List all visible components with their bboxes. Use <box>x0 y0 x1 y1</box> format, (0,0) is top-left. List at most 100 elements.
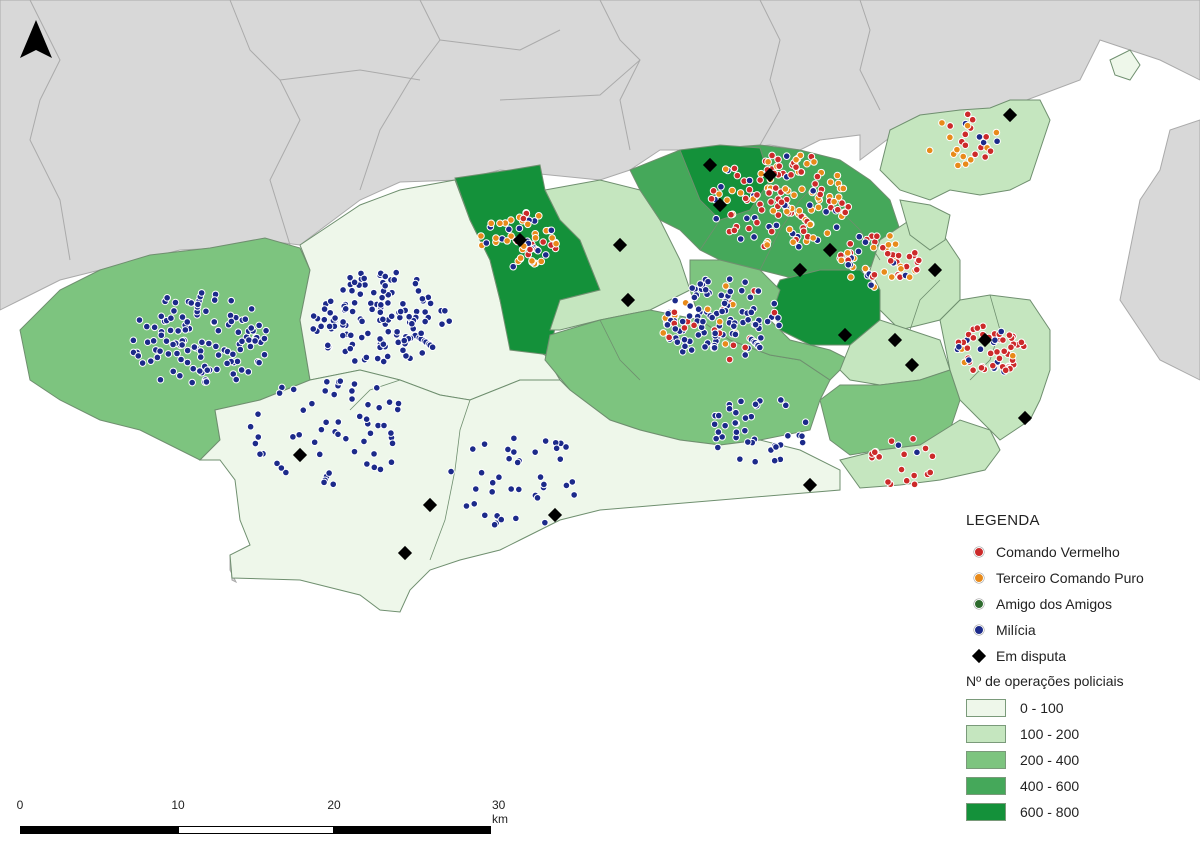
incident-point <box>894 251 903 260</box>
incident-point <box>747 308 756 317</box>
incident-point <box>366 429 375 438</box>
incident-point <box>887 437 896 445</box>
incident-point <box>417 329 425 338</box>
incident-point <box>910 471 918 480</box>
incident-point <box>387 312 396 321</box>
incident-point <box>378 293 386 302</box>
incident-point <box>255 321 263 330</box>
incident-point <box>725 404 734 413</box>
incident-point <box>969 334 978 342</box>
incident-point <box>428 343 437 352</box>
incident-point <box>767 198 775 206</box>
incident-point <box>685 312 694 320</box>
incident-point <box>171 298 180 307</box>
scale-label-10: 10 <box>171 798 185 812</box>
incident-point <box>227 317 236 326</box>
incident-point <box>383 352 392 361</box>
incident-point <box>832 223 841 231</box>
incident-point <box>963 121 972 130</box>
incident-point <box>897 265 905 273</box>
incident-point <box>704 277 712 286</box>
incident-point <box>399 346 407 355</box>
incident-point <box>710 420 719 429</box>
incident-point <box>339 286 347 294</box>
incident-point <box>757 334 765 342</box>
scale-segment-3 <box>334 826 491 834</box>
incident-point <box>722 282 730 290</box>
ramp-swatch <box>966 699 1006 717</box>
incident-point <box>156 375 165 384</box>
incident-point <box>783 207 791 216</box>
incident-point <box>568 478 577 486</box>
incident-point <box>745 185 754 194</box>
incident-point <box>750 233 758 241</box>
incident-point <box>384 299 392 307</box>
incident-point <box>309 325 318 333</box>
ramp-swatch <box>966 803 1006 821</box>
incident-point <box>488 478 497 487</box>
incident-point <box>813 172 822 181</box>
incident-point <box>477 468 486 477</box>
incident-point <box>914 256 923 265</box>
ramp-class-0: 0 - 100 <box>962 695 1192 721</box>
incident-point <box>552 444 561 453</box>
incident-point <box>325 469 333 477</box>
incident-point <box>547 226 556 235</box>
incident-point <box>712 214 720 223</box>
incident-point <box>488 488 496 496</box>
incident-point <box>723 196 731 204</box>
incident-point <box>664 309 672 318</box>
incident-point <box>946 122 954 130</box>
incident-point <box>736 455 744 463</box>
incident-point <box>254 433 263 441</box>
incident-point <box>925 146 934 155</box>
incident-point <box>370 463 379 472</box>
incident-point <box>703 305 712 314</box>
incident-point <box>725 355 734 364</box>
incident-point <box>317 322 325 331</box>
incident-point <box>348 286 356 295</box>
incident-point <box>381 281 389 290</box>
incident-point <box>355 412 364 421</box>
incident-point <box>194 300 202 309</box>
incident-point <box>350 380 359 388</box>
incident-point <box>798 432 806 440</box>
ramp-swatch <box>966 777 1006 795</box>
incident-point <box>753 191 761 199</box>
incident-point <box>510 448 518 456</box>
incident-point <box>227 296 236 305</box>
incident-point <box>751 457 759 466</box>
incident-point <box>1005 331 1014 339</box>
incident-point <box>471 485 480 493</box>
incident-point <box>396 307 405 316</box>
incident-point <box>346 344 355 353</box>
incident-point <box>146 357 155 365</box>
incident-point <box>902 476 911 485</box>
incident-point <box>223 359 231 368</box>
incident-point <box>277 464 286 472</box>
ramp-list: 0 - 100 100 - 200 200 - 400 400 - 600 600 - … <box>962 695 1192 825</box>
incident-point <box>570 491 578 499</box>
incident-point <box>177 355 185 364</box>
incident-point <box>260 350 269 359</box>
incident-point <box>149 337 158 345</box>
legend-item-mil-cia: Milícia <box>962 617 1192 643</box>
incident-point <box>690 293 699 302</box>
legend-item-terceiro-comando-puro: Terceiro Comando Puro <box>962 565 1192 591</box>
dot-icon <box>962 625 996 635</box>
incident-point <box>841 208 850 217</box>
incident-point <box>322 418 330 427</box>
incident-point <box>801 418 810 427</box>
ramp-class-1: 100 - 200 <box>962 721 1192 747</box>
incident-point <box>441 306 449 315</box>
incident-point <box>869 243 878 252</box>
incident-point <box>969 366 977 374</box>
incident-point <box>736 235 745 243</box>
incident-point <box>790 191 798 199</box>
incident-point <box>164 350 173 358</box>
incident-point <box>169 340 177 349</box>
incident-point <box>308 399 316 408</box>
incident-point <box>744 316 752 324</box>
incident-point <box>445 317 454 325</box>
incident-point <box>1001 366 1010 375</box>
